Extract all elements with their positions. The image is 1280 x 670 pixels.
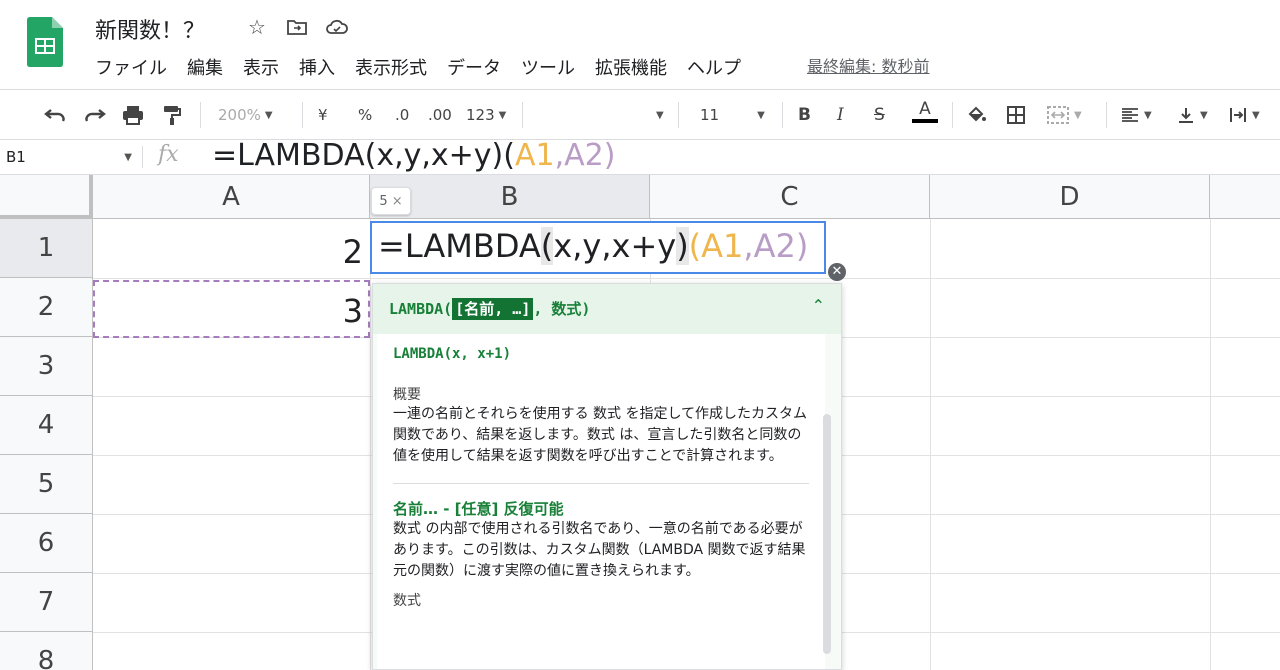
param-title: 名前… - [任意] 反復可能	[393, 500, 564, 518]
row-header-5[interactable]: 5	[0, 455, 93, 514]
menu-format[interactable]: 表示形式	[355, 54, 427, 80]
number-format-select[interactable]: 123 ▼	[466, 102, 506, 128]
row-header-7[interactable]: 7	[0, 573, 93, 632]
function-help-panel: LAMBDA([名前, …], 数式) ⌃ LAMBDA(x, x+1) 概要 …	[372, 283, 842, 670]
formula-bar: B1 ▼ fx =LAMBDA(x,y,x+y)(A1,A2)	[0, 138, 1280, 175]
italic-button[interactable]: I	[837, 102, 844, 128]
select-all-corner[interactable]	[0, 175, 93, 219]
column-header-a[interactable]: A	[93, 175, 370, 219]
borders-icon[interactable]	[1006, 102, 1026, 128]
cell-a1[interactable]: 2	[93, 233, 363, 271]
redo-icon[interactable]	[84, 102, 106, 128]
cell-editor-b1[interactable]: =LAMBDA(x,y,x+y)(A1,A2)	[370, 221, 826, 274]
row-header-3[interactable]: 3	[0, 337, 93, 396]
menu-edit[interactable]: 編集	[187, 54, 223, 80]
result-preview-tooltip: 5 ×	[371, 187, 411, 215]
vertical-align-icon[interactable]: ▼	[1176, 102, 1208, 128]
star-icon[interactable]: ☆	[244, 14, 270, 40]
column-header-c[interactable]: C	[650, 175, 930, 219]
undo-icon[interactable]	[44, 102, 66, 128]
bold-button[interactable]: B	[798, 102, 811, 128]
document-title[interactable]: 新関数！？	[95, 13, 205, 45]
formula-input[interactable]: =LAMBDA(x,y,x+y)(A1,A2)	[212, 138, 615, 173]
increase-decimal-button[interactable]: .00	[428, 102, 452, 128]
print-icon[interactable]	[122, 102, 144, 128]
range-highlight-a2	[93, 280, 370, 338]
decrease-decimal-button[interactable]: .0	[395, 102, 409, 128]
help-scrollbar[interactable]	[823, 414, 831, 654]
summary-title: 概要	[393, 387, 421, 403]
row-header-4[interactable]: 4	[0, 396, 93, 455]
function-example: LAMBDA(x, x+1)	[393, 346, 512, 362]
menu-extensions[interactable]: 拡張機能	[595, 54, 667, 80]
merge-cells-icon[interactable]: ▼	[1046, 102, 1082, 128]
menu-insert[interactable]: 挿入	[299, 54, 335, 80]
last-edit-link[interactable]: 最終編集: 数秒前	[807, 53, 929, 77]
function-signature: LAMBDA([名前, …], 数式)	[373, 284, 841, 334]
sheets-logo-icon[interactable]	[27, 17, 63, 67]
zoom-select[interactable]: 200% ▼	[218, 102, 273, 128]
menu-bar: ファイル 編集 表示 挿入 表示形式 データ ツール 拡張機能 ヘルプ	[95, 54, 761, 80]
fill-color-icon[interactable]	[966, 102, 988, 128]
summary-text: 一連の名前とそれらを使用する 数式 を指定して作成したカスタム関数であり、結果を…	[393, 406, 808, 464]
strikethrough-button[interactable]: S	[874, 102, 885, 128]
font-family-select[interactable]: ▼	[652, 102, 664, 128]
next-section-title: 数式	[393, 593, 421, 609]
menu-file[interactable]: ファイル	[95, 54, 167, 80]
text-color-button[interactable]: A	[912, 99, 938, 129]
row-header-2[interactable]: 2	[0, 278, 93, 337]
column-header-d[interactable]: D	[930, 175, 1210, 219]
percent-format-button[interactable]: %	[358, 102, 372, 128]
menu-help[interactable]: ヘルプ	[687, 54, 741, 80]
move-folder-icon[interactable]	[284, 14, 310, 40]
menu-data[interactable]: データ	[447, 54, 501, 80]
menu-view[interactable]: 表示	[243, 54, 279, 80]
currency-format-button[interactable]: ¥	[318, 102, 328, 128]
cloud-status-icon[interactable]	[324, 14, 350, 40]
collapse-chevron-icon[interactable]: ⌃	[812, 296, 825, 315]
param-text: 数式 の内部で使用される引数名であり、一意の名前である必要があります。この引数は…	[393, 521, 806, 579]
name-box[interactable]: B1 ▼	[0, 140, 140, 174]
column-header-e[interactable]	[1210, 175, 1280, 219]
text-wrap-icon[interactable]: ▼	[1228, 102, 1260, 128]
row-header-8[interactable]: 8	[0, 632, 93, 670]
sheet-grid: A B C D 1 2 3 4 5 6 7 8 2 3 5 × =LAMBDA(…	[0, 175, 1280, 670]
horizontal-align-icon[interactable]: ▼	[1120, 102, 1152, 128]
close-editor-icon[interactable]: ✕	[828, 263, 846, 281]
font-size-select[interactable]: 11 ▼	[700, 102, 770, 128]
fx-icon: fx	[158, 142, 179, 167]
row-header-6[interactable]: 6	[0, 514, 93, 573]
paint-format-icon[interactable]	[162, 102, 182, 128]
toolbar: 200% ▼ ¥ % .0 .00 123 ▼ ▼ 11 ▼ B I S A ▼ ▼ …	[0, 89, 1280, 139]
column-header-b[interactable]: B	[370, 175, 650, 219]
row-header-1[interactable]: 1	[0, 219, 93, 278]
menu-tools[interactable]: ツール	[521, 54, 575, 80]
